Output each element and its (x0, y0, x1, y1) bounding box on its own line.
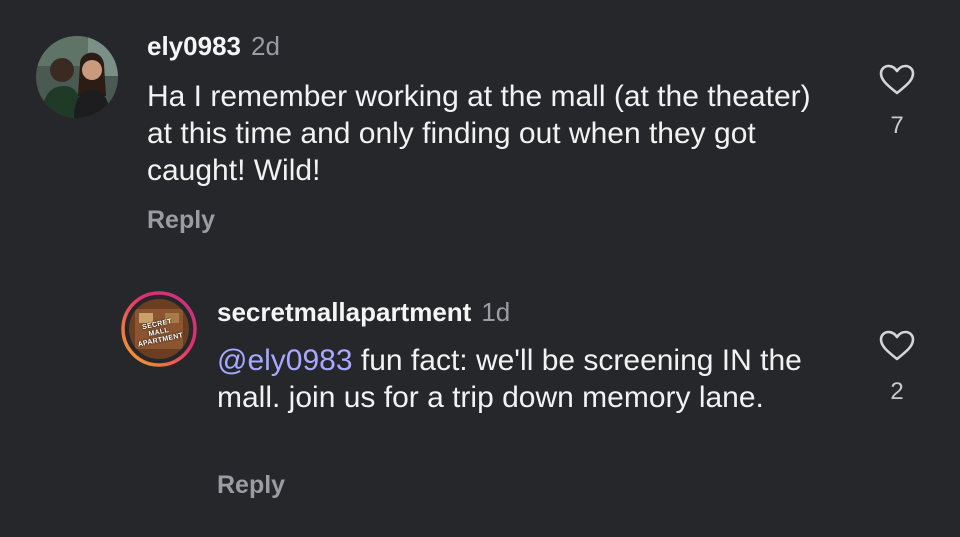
heart-outline-icon (879, 64, 915, 95)
avatar[interactable] (36, 36, 118, 118)
like-button[interactable]: 2 (877, 330, 917, 406)
timestamp: 1d (481, 297, 511, 327)
like-count: 2 (890, 378, 904, 405)
comment-ely0983: ely0983 2d Ha I remember working at the m… (0, 0, 960, 260)
profile-photo (36, 36, 118, 118)
comment-header: ely0983 2d (147, 31, 280, 61)
username[interactable]: secretmallapartment (217, 297, 471, 327)
like-button[interactable]: 7 (877, 64, 917, 140)
like-count: 7 (890, 112, 904, 139)
comment-text: @ely0983 fun fact: we'll be screening IN… (217, 342, 817, 416)
comment-text: Ha I remember working at the mall (at th… (147, 80, 811, 187)
reply-button[interactable]: Reply (147, 205, 215, 235)
timestamp: 2d (250, 31, 280, 61)
username[interactable]: ely0983 (147, 31, 241, 61)
mention-link[interactable]: @ely0983 (217, 344, 353, 377)
reply-button[interactable]: Reply (217, 470, 285, 500)
heart-outline-icon (879, 330, 915, 361)
comment-header: secretmallapartment 1d (217, 297, 510, 327)
avatar-story-ring[interactable]: SECRET MALL APARTMENT (121, 291, 197, 367)
comment-secretmallapartment: SECRET MALL APARTMENT secretmallapartmen… (0, 260, 960, 537)
